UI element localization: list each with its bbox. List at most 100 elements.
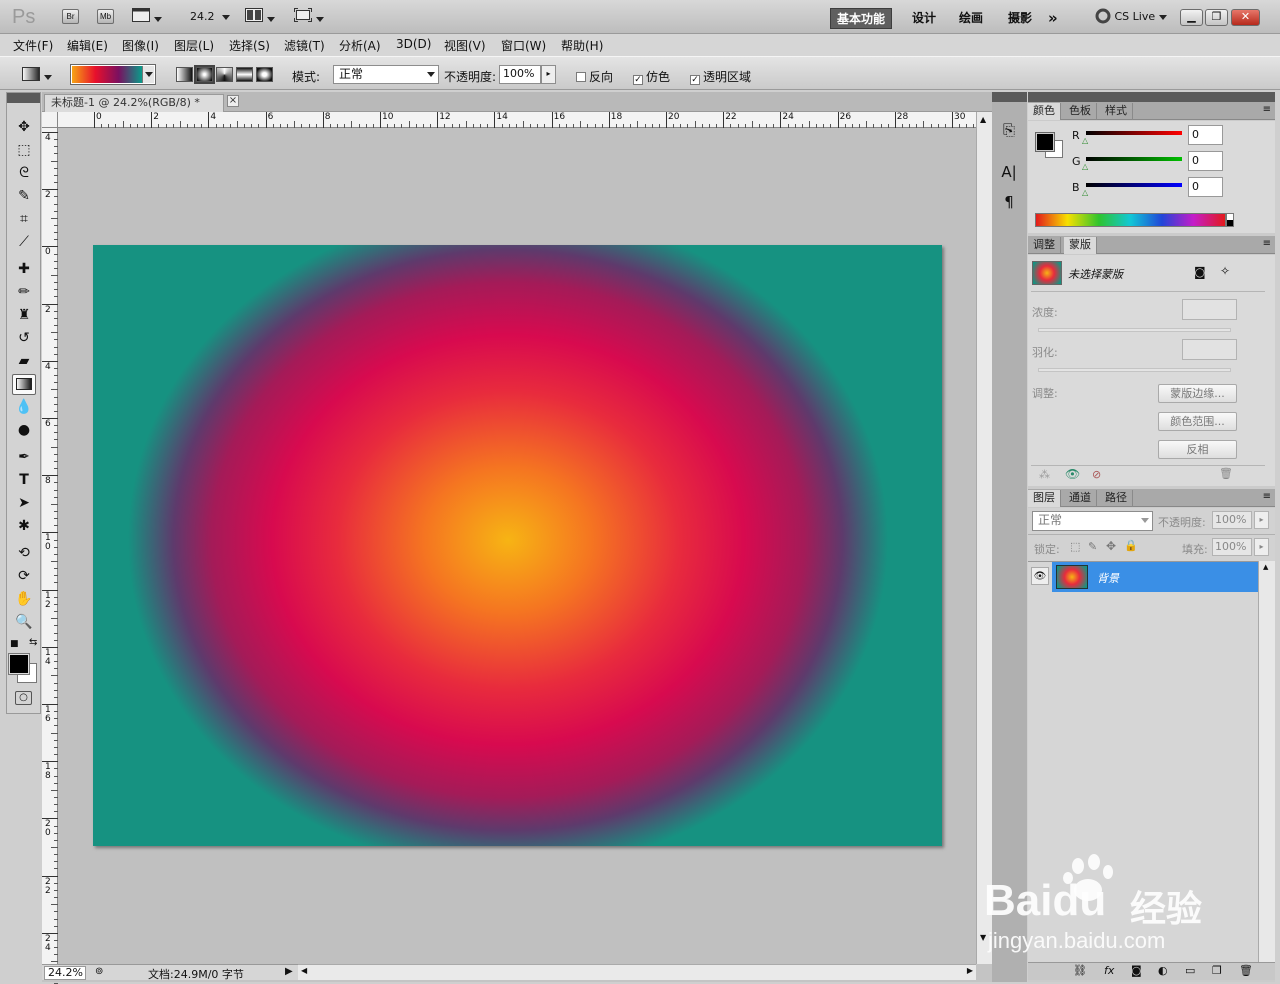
ruler-origin[interactable] [42,112,58,128]
menu-window[interactable]: 窗口(W) [501,37,546,54]
tab-masks[interactable]: 蒙版 [1064,237,1097,254]
menu-image[interactable]: 图像(I) [122,37,159,54]
feather-input[interactable] [1182,339,1237,360]
fill-input[interactable]: 100% [1212,538,1252,556]
path-selection-tool-icon[interactable]: ➤ [12,493,36,514]
gradient-dropdown-arrow[interactable] [142,66,154,83]
scroll-left-icon[interactable]: ◀ [301,966,307,975]
canvas-area[interactable] [58,128,976,964]
reverse-checkbox[interactable] [576,72,586,82]
channel-g-slider[interactable] [1086,157,1182,161]
move-tool-icon[interactable]: ✥ [12,117,36,138]
linear-gradient-button[interactable] [176,67,193,82]
restore-button[interactable]: ❐ [1205,9,1228,26]
dodge-tool-icon[interactable]: ● [12,420,36,441]
tab-adjustments[interactable]: 调整 [1028,237,1061,254]
workspace-photography[interactable]: 摄影 [1002,8,1038,29]
layers-panel-menu-icon[interactable]: ≡ [1263,491,1271,502]
new-layer-icon[interactable]: ❐ [1212,964,1222,977]
disable-mask-icon[interactable]: ⊘ [1092,468,1101,481]
gradient-picker[interactable] [70,64,156,85]
tab-swatches[interactable]: 色板 [1064,103,1097,120]
quick-selection-tool-icon[interactable]: ✎ [12,186,36,207]
layer-opacity-input[interactable]: 100% [1212,511,1252,529]
menu-layer[interactable]: 图层(L) [174,37,214,54]
status-options-icon[interactable]: ⊚ [95,966,103,977]
channel-r-input[interactable]: 0 [1188,125,1223,145]
menu-edit[interactable]: 编辑(E) [67,37,108,54]
menu-analysis[interactable]: 分析(A) [339,37,381,54]
close-document-icon[interactable]: × [227,95,239,107]
color-panel-menu-icon[interactable]: ≡ [1263,104,1271,115]
mask-edge-button[interactable]: 蒙版边缘... [1158,384,1237,403]
lock-all-icon[interactable]: 🔒 [1124,539,1138,552]
tool-preset-picker[interactable] [22,67,52,84]
eraser-tool-icon[interactable]: ▰ [12,351,36,372]
channel-b-input[interactable]: 0 [1188,177,1223,197]
workspace-essentials[interactable]: 基本功能 [830,8,893,29]
lock-image-icon[interactable]: ✎ [1088,540,1097,553]
gradient-tool-icon[interactable] [12,374,36,395]
new-group-icon[interactable]: ▭ [1185,964,1195,977]
density-input[interactable] [1182,299,1237,320]
more-workspaces-icon[interactable]: » [1042,8,1064,29]
zoom-tool-icon[interactable]: 🔍 [12,612,36,633]
type-tool-icon[interactable]: T [12,470,36,491]
mode-select[interactable]: 正常 [333,65,439,84]
tab-color[interactable]: 颜色 [1028,103,1061,120]
lock-position-icon[interactable]: ✥ [1106,539,1116,553]
menu-filter[interactable]: 滤镜(T) [284,37,325,54]
black-white-ramp[interactable] [1226,213,1234,227]
default-colors-icon[interactable]: ■ [10,639,19,649]
blur-tool-icon[interactable]: 💧 [12,397,36,418]
delete-mask-icon[interactable]: 🗑 [1219,467,1233,480]
cs-live-button[interactable]: CS Live [1095,8,1167,26]
dither-checkbox[interactable]: ✓ [633,75,643,85]
tab-layers[interactable]: 图层 [1028,490,1061,507]
hand-tool-icon[interactable]: ✋ [12,589,36,610]
layer-visibility-eye-icon[interactable]: 👁 [1031,567,1049,585]
panel-strip-header[interactable] [992,92,1027,102]
slider-thumb-icon[interactable]: △ [1082,136,1088,145]
diamond-gradient-button[interactable] [256,67,273,82]
menu-view[interactable]: 视图(V) [444,37,486,54]
menu-help[interactable]: 帮助(H) [561,37,603,54]
transparency-option[interactable]: ✓ 透明区域 [690,68,751,85]
color-range-button[interactable]: 颜色范围... [1158,412,1237,431]
add-mask-icon[interactable]: ◙ [1131,964,1142,977]
radial-gradient-image[interactable] [93,245,942,846]
3d-orbit-tool-icon[interactable]: ⟳ [12,566,36,587]
background-layer[interactable]: 背景 🔒 [1052,562,1275,592]
horizontal-ruler[interactable]: 0 2 4 6 8 10 12 14 16 18 20 22 24 26 28 30 [58,112,1004,128]
pixel-mask-icon[interactable]: ◙ [1194,265,1206,279]
horizontal-scrollbar[interactable]: ◀ ▶ [298,964,976,980]
angle-gradient-button[interactable] [216,67,233,82]
scroll-right-icon[interactable]: ▶ [967,966,973,975]
delete-layer-icon[interactable]: 🗑 [1239,964,1253,977]
layer-style-icon[interactable]: fx [1104,964,1114,977]
layers-scroll-up-icon[interactable]: ▲ [1263,563,1268,571]
zoom-field[interactable]: 24.2% [44,966,86,980]
vector-mask-icon[interactable]: ✧ [1220,264,1230,278]
dither-option[interactable]: ✓ 仿色 [633,68,670,85]
feather-slider[interactable] [1038,368,1231,372]
apply-mask-icon[interactable]: 👁 [1065,467,1080,481]
shape-tool-icon[interactable]: ✱ [12,516,36,537]
bridge-button[interactable]: Br [62,9,79,24]
arrange-documents-button[interactable] [245,8,275,26]
menu-select[interactable]: 选择(S) [229,37,270,54]
view-extras-button[interactable] [132,8,162,26]
channel-r-slider[interactable] [1086,131,1182,135]
transparency-checkbox[interactable]: ✓ [690,75,700,85]
scroll-up-icon[interactable]: ▲ [980,115,986,124]
zoom-level-dropdown[interactable]: 24.2 [190,8,230,26]
3d-rotate-tool-icon[interactable]: ⟲ [12,543,36,564]
reverse-option[interactable]: 反向 [576,68,613,85]
blend-mode-select[interactable]: 正常 [1032,511,1153,531]
color-spectrum-bar[interactable] [1035,213,1226,227]
quick-mask-icon[interactable]: ○ [15,691,32,705]
toolbox-header[interactable] [7,93,40,103]
history-panel-icon[interactable]: ⎘ [997,120,1021,140]
gradient-preview[interactable] [72,66,142,83]
menu-file[interactable]: 文件(F) [13,37,53,54]
